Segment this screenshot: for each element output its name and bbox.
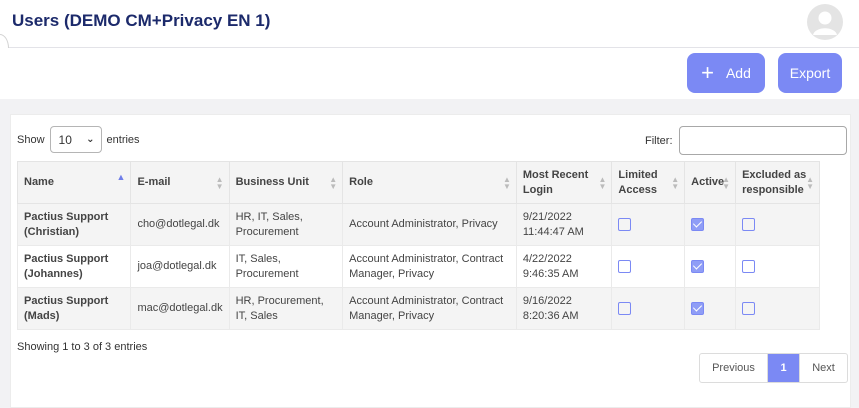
cell-excluded [735,203,820,246]
action-toolbar: + Add Export [0,48,859,99]
column-header-label: Most Recent Login [522,168,589,196]
column-header-label: E-mail [137,176,171,188]
table-row[interactable]: Pactius Support (Christian) cho@dotlegal… [16,203,820,246]
cell-business-unit: IT, Sales, Procurement [228,245,344,288]
excluded-checkbox[interactable] [742,217,756,231]
cell-excluded [735,245,820,288]
sort-icon: ▲ ▼ [329,175,338,191]
cell-login: 4/22/2022 9:46:35 AM [515,245,613,288]
sort-asc-icon: ▲ [116,172,126,182]
column-header-email[interactable]: E-mail ▲ ▼ [130,161,230,204]
sort-icon: ▲ ▼ [722,175,731,191]
sort-icon: ▲ ▼ [671,175,680,191]
sort-icon: ▲ ▼ [215,175,224,191]
entries-length-control: Show 10 ⌄ entries [17,126,140,153]
table-row[interactable]: Pactius Support (Johannes) joa@dotlegal.… [16,245,820,288]
chevron-down-icon: ⌄ [86,134,95,145]
column-header-label: Name [24,176,54,188]
cell-active [684,245,737,288]
plus-icon: + [701,60,714,85]
user-icon [813,11,837,35]
users-table: Name ▲ E-mail ▲ ▼ Business Unit ▲ ▼ Role ▲ ▼ Mo… [16,161,820,330]
entries-select[interactable]: 10 ⌄ [49,126,102,153]
cell-limited [611,203,686,246]
cell-business-unit: HR, Procurement, IT, Sales [228,287,344,330]
filter-input[interactable] [678,126,847,155]
show-label: Show [17,133,45,146]
cell-limited [611,287,686,330]
cell-email: cho@dotlegal.dk [130,203,230,246]
column-header-label: Business Unit [235,176,309,188]
active-checkbox[interactable] [691,259,705,273]
excluded-checkbox[interactable] [742,259,756,273]
sort-icon: ▲ ▼ [806,175,814,191]
column-header-login[interactable]: Most Recent Login ▲ ▼ [515,161,613,204]
column-header-label: Role [349,176,373,188]
cell-name: Pactius Support (Christian) [16,203,132,246]
cell-limited [611,245,686,288]
filter-control: Filter: [645,126,847,155]
cell-business-unit: HR, IT, Sales, Procurement [228,203,344,246]
avatar[interactable] [807,4,843,40]
column-header-business-unit[interactable]: Business Unit ▲ ▼ [228,161,344,204]
active-checkbox[interactable] [691,301,705,315]
cell-login: 9/21/2022 11:44:47 AM [515,203,613,246]
cell-role: Account Administrator, Contract Manager,… [342,245,517,288]
table-header-row: Name ▲ E-mail ▲ ▼ Business Unit ▲ ▼ Role ▲ ▼ Mo… [16,161,820,204]
add-button-label: Add [725,65,751,81]
sort-icon: ▲ ▼ [598,175,607,191]
column-header-excluded[interactable]: Excluded as responsible ▲ ▼ [735,161,820,204]
cell-active [684,287,737,330]
export-button[interactable]: Export [778,53,842,93]
column-header-role[interactable]: Role ▲ ▼ [342,161,517,204]
limited-access-checkbox[interactable] [618,259,632,273]
column-header-label: Limited Access [618,168,658,196]
cell-excluded [735,287,820,330]
cell-login: 9/16/2022 8:20:36 AM [515,287,613,330]
pagination: Previous 1 Next [699,353,848,383]
column-header-limited[interactable]: Limited Access ▲ ▼ [611,161,686,204]
column-header-label: Excluded as responsible [742,168,807,196]
next-page-button[interactable]: Next [799,354,847,382]
users-table-card: Show 10 ⌄ entries Filter: Name ▲ E-mail ▲ ▼… [10,114,851,408]
cell-name: Pactius Support (Mads) [16,287,132,330]
cell-email: mac@dotlegal.dk [130,287,230,330]
column-header-label: Active [691,176,725,188]
top-header: Users (DEMO CM+Privacy EN 1) [0,0,859,62]
limited-access-checkbox[interactable] [618,217,632,231]
column-header-active[interactable]: Active ▲ ▼ [684,161,737,204]
active-checkbox[interactable] [691,217,705,231]
filter-label: Filter: [645,134,673,147]
page-title: Users (DEMO CM+Privacy EN 1) [12,11,271,30]
page-1-button[interactable]: 1 [768,354,799,382]
table-info: Showing 1 to 3 of 3 entries [17,341,148,353]
column-header-name[interactable]: Name ▲ [16,161,132,204]
cell-active [684,203,737,246]
entries-label: entries [106,133,140,146]
sort-icon: ▲ ▼ [502,175,511,191]
cell-name: Pactius Support (Johannes) [16,245,132,288]
excluded-checkbox[interactable] [742,301,756,315]
add-button[interactable]: + Add [687,53,765,93]
limited-access-checkbox[interactable] [618,301,632,315]
cell-role: Account Administrator, Privacy [342,203,517,246]
table-row[interactable]: Pactius Support (Mads) mac@dotlegal.dk H… [16,287,820,330]
cell-email: joa@dotlegal.dk [130,245,230,288]
cell-role: Account Administrator, Contract Manager,… [342,287,517,330]
entries-select-value: 10 [58,132,72,147]
previous-page-button[interactable]: Previous [700,354,768,382]
